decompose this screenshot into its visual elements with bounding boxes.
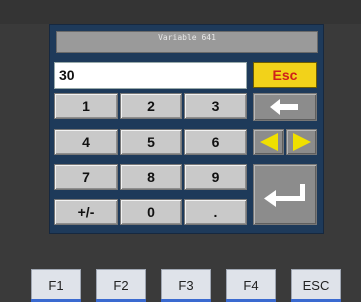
backspace-button[interactable]	[253, 93, 317, 121]
f1-key[interactable]: F1	[31, 269, 81, 302]
esc-key[interactable]: ESC	[291, 269, 341, 302]
value-input[interactable]: 30	[54, 62, 247, 89]
esc-button[interactable]: Esc	[253, 62, 317, 88]
dialog-title: Variable 641	[56, 31, 318, 53]
f4-key[interactable]: F4	[226, 269, 276, 302]
backspace-arrow-icon	[270, 99, 298, 115]
key-0[interactable]: 0	[120, 199, 182, 225]
key-9[interactable]: 9	[184, 164, 247, 190]
f3-key[interactable]: F3	[161, 269, 211, 302]
key-2[interactable]: 2	[120, 93, 182, 119]
device-bezel	[0, 0, 361, 24]
key-plus-minus[interactable]: +/-	[54, 199, 118, 225]
key-7[interactable]: 7	[54, 164, 118, 190]
right-arrow-icon	[292, 133, 311, 151]
key-4[interactable]: 4	[54, 129, 118, 155]
key-8[interactable]: 8	[120, 164, 182, 190]
key-1[interactable]: 1	[54, 93, 118, 119]
enter-button[interactable]	[253, 164, 317, 225]
key-decimal[interactable]: .	[184, 199, 247, 225]
key-5[interactable]: 5	[120, 129, 182, 155]
cursor-right-button[interactable]	[286, 129, 317, 155]
keypad-dialog: Variable 641 30 Esc 1 2 3 4 5 6 7 8 9 +/…	[49, 24, 324, 234]
cursor-left-button[interactable]	[253, 129, 284, 155]
enter-icon	[264, 183, 305, 207]
key-3[interactable]: 3	[184, 93, 247, 119]
key-6[interactable]: 6	[184, 129, 247, 155]
f2-key[interactable]: F2	[96, 269, 146, 302]
left-arrow-icon	[259, 133, 278, 151]
